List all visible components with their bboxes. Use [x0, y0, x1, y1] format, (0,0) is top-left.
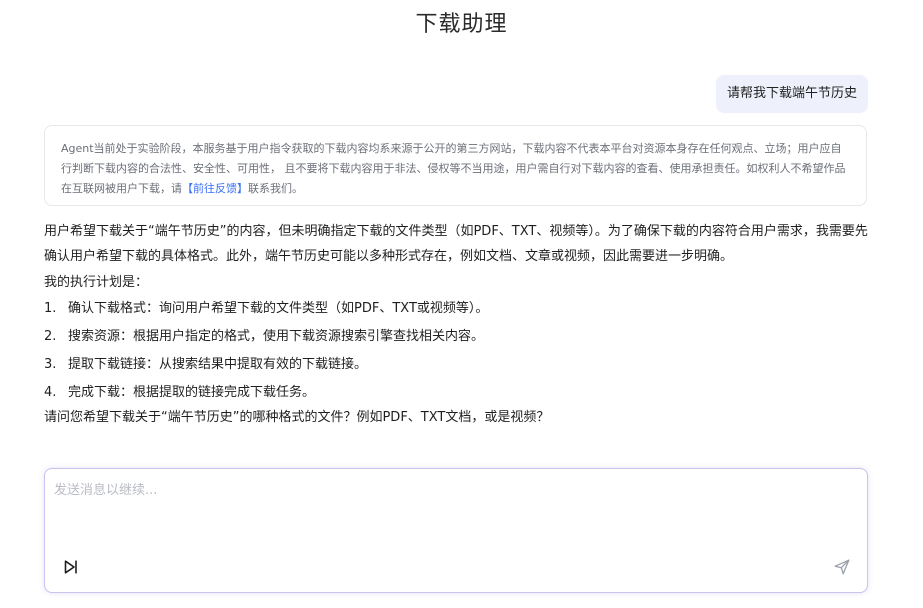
- plan-step: 2. 搜索资源：根据用户指定的格式，使用下载资源搜索引擎查找相关内容。: [44, 323, 868, 351]
- assistant-intro: 用户希望下载关于“端午节历史”的内容，但未明确指定下载的文件类型（如PDF、TX…: [44, 224, 868, 264]
- user-message-bubble: 请帮我下载端午节历史: [715, 75, 868, 113]
- plan-step-number: 4.: [44, 385, 57, 400]
- send-button[interactable]: [833, 558, 851, 576]
- assistant-message: 用户希望下载关于“端午节历史”的内容，但未明确指定下载的文件类型（如PDF、TX…: [44, 219, 868, 429]
- send-icon: [834, 559, 850, 575]
- plan-step-number: 3.: [44, 357, 57, 372]
- message-input[interactable]: [54, 479, 854, 539]
- assistant-question: 请问您希望下载关于“端午节历史”的哪种格式的文件？例如PDF、TXT文档，或是视…: [44, 410, 550, 425]
- disclaimer-notice: Agent当前处于实验阶段，本服务基于用户指令获取的下载内容均系来源于公开的第三…: [44, 125, 867, 206]
- plan-step: 4. 完成下载：根据提取的链接完成下载任务。: [44, 379, 868, 407]
- disclaimer-text-end: 联系我们。: [248, 182, 303, 195]
- plan-step-text: 搜索资源：根据用户指定的格式，使用下载资源搜索引擎查找相关内容。: [68, 329, 485, 344]
- plan-step-text: 完成下载：根据提取的链接完成下载任务。: [68, 385, 316, 400]
- plan-title: 我的执行计划是：: [44, 275, 149, 290]
- page-title: 下载助理: [415, 12, 508, 37]
- plan-step-number: 2.: [44, 329, 57, 344]
- plan-step-text: 提取下载链接：从搜索结果中提取有效的下载链接。: [68, 357, 368, 372]
- feedback-link[interactable]: 【前往反馈】: [182, 182, 248, 195]
- skip-forward-icon: [64, 560, 77, 574]
- plan-step: 3. 提取下载链接：从搜索结果中提取有效的下载链接。: [44, 351, 868, 379]
- disclaimer-text: Agent当前处于实验阶段，本服务基于用户指令获取的下载内容均系来源于公开的第三…: [61, 142, 846, 195]
- message-composer: [44, 468, 868, 593]
- plan-step-number: 1.: [44, 301, 57, 316]
- plan-step-text: 确认下载格式：询问用户希望下载的文件类型（如PDF、TXT或视频等）。: [68, 301, 489, 316]
- chat-page: 下载助理 请帮我下载端午节历史 Agent当前处于实验阶段，本服务基于用户指令获…: [0, 0, 923, 608]
- plan-step: 1. 确认下载格式：询问用户希望下载的文件类型（如PDF、TXT或视频等）。: [44, 295, 868, 323]
- skip-forward-button[interactable]: [62, 558, 80, 576]
